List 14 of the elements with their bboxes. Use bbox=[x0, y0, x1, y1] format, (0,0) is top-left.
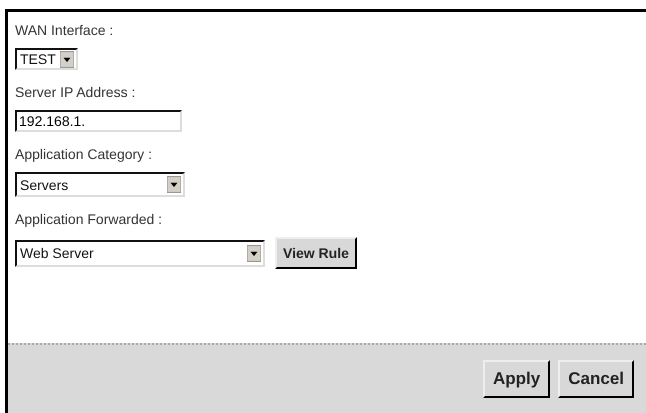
field-label: Server IP Address : bbox=[15, 84, 136, 102]
dropdown-arrow-icon[interactable] bbox=[247, 244, 261, 262]
field-label: Application Category : bbox=[15, 146, 153, 164]
dropdown-arrow-icon[interactable] bbox=[60, 50, 74, 68]
dropdown[interactable]: Servers bbox=[15, 172, 185, 197]
action-button[interactable]: Cancel bbox=[558, 360, 634, 398]
dropdown-arrow-icon[interactable] bbox=[167, 176, 181, 193]
dropdown[interactable]: Web Server bbox=[15, 240, 265, 266]
field-label: Application Forwarded : bbox=[15, 211, 164, 229]
field-label: WAN Interface : bbox=[15, 22, 114, 40]
view-rule-button[interactable]: View Rule bbox=[275, 237, 357, 269]
action-button[interactable]: Apply bbox=[483, 360, 550, 398]
dropdown[interactable]: TEST bbox=[15, 48, 78, 70]
text-field[interactable]: 192.168.1. bbox=[15, 110, 182, 132]
